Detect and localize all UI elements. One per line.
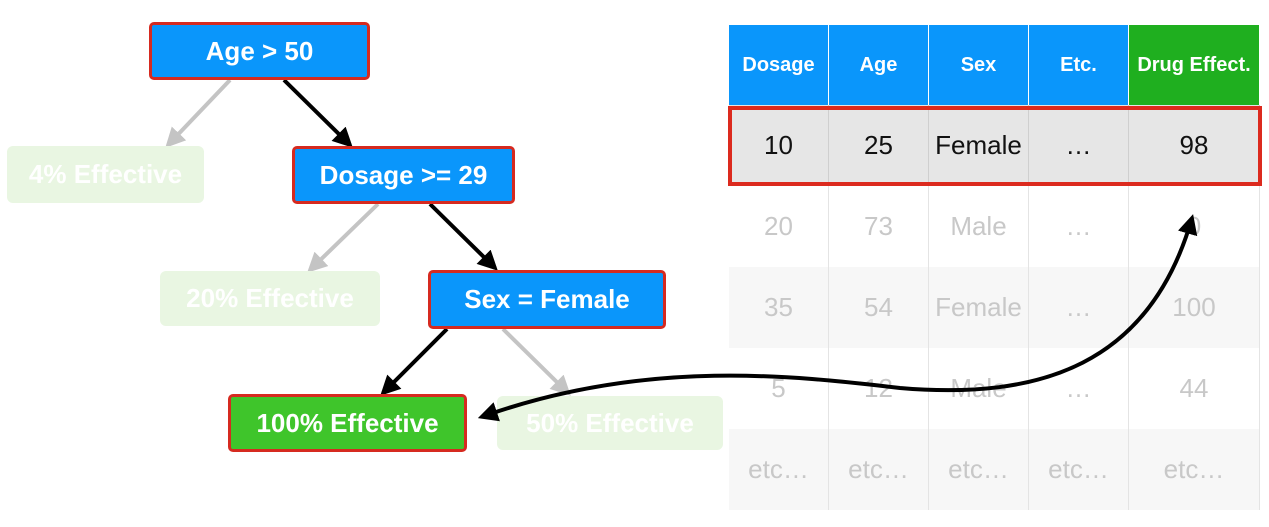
decision-tree-diagram: Age > 50 4% Effective Dosage >= 29 20% E…	[0, 0, 1269, 527]
row-to-leaf-arrow	[477, 214, 1198, 422]
lookup-arrow-layer	[477, 214, 1198, 422]
